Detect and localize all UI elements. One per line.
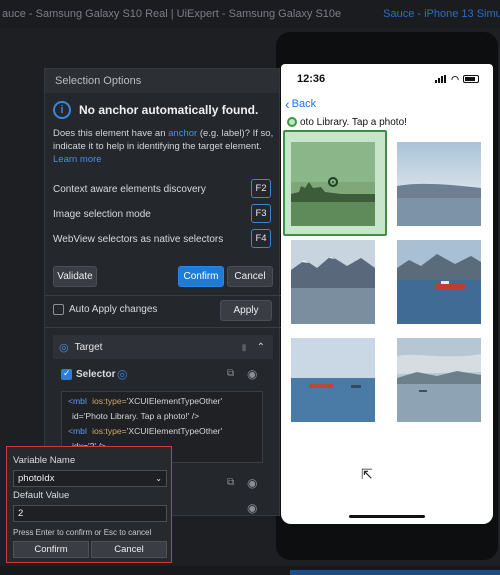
selector-target-icon[interactable]: ◎ [117, 367, 127, 381]
phone-screen: 12:36 ◠ ‹ Back oto Library. Tap a photo! [281, 64, 493, 524]
photo-thumbnail[interactable] [397, 142, 481, 226]
photo-library-label: oto Library. Tap a photo! [281, 114, 493, 130]
code-value: id='Photo Library. Tap a photo!' /> [72, 411, 200, 421]
auto-apply-checkbox[interactable] [53, 304, 64, 315]
mouse-cursor-icon: ⇱ [361, 466, 373, 482]
code-line: id='Photo Library. Tap a photo!' /> [68, 409, 256, 424]
panel-title: Selection Options [45, 69, 279, 93]
option-webview-selectors[interactable]: WebView selectors as native selectors [53, 234, 223, 245]
signal-icon [435, 75, 447, 83]
default-value: 2 [18, 508, 24, 519]
selector-checkbox[interactable] [61, 368, 72, 380]
home-indicator [349, 515, 425, 518]
confirm-button[interactable]: Confirm [178, 266, 224, 287]
eye-icon[interactable]: ◉ [247, 476, 257, 490]
crosshair-icon [328, 177, 338, 187]
popup-hint: Press Enter to confirm or Esc to cancel [13, 528, 152, 537]
warning-title: No anchor automatically found. [79, 103, 259, 117]
status-bar: 12:36 ◠ [281, 64, 493, 94]
tab-iphone-simulator[interactable]: Sauce - iPhone 13 Simulator [383, 8, 500, 20]
auto-apply-label: Auto Apply changes [69, 304, 158, 315]
learn-more-link[interactable]: Learn more [53, 154, 102, 165]
divider [45, 295, 281, 296]
status-icons: ◠ [435, 74, 479, 85]
trash-icon[interactable]: ▮ [242, 342, 247, 353]
f3-key-button[interactable]: F3 [251, 204, 271, 223]
chevron-left-icon: ‹ [285, 96, 290, 112]
default-value-label: Default Value [13, 490, 70, 501]
code-value: 'XCUIElementTypeOther' [126, 396, 223, 406]
warning-text-part: Does this element have an [53, 128, 169, 139]
target-label: Target [74, 341, 103, 353]
tab-samsung[interactable]: auce - Samsung Galaxy S10 Real | UiExper… [0, 8, 341, 20]
variable-name-value: photoIdx [18, 473, 55, 484]
target-icon: ◎ [59, 341, 69, 354]
code-attr: ios:type= [92, 396, 127, 406]
popup-cancel-button[interactable]: Cancel [91, 541, 167, 558]
target-section-header[interactable]: ◎ Target ▮ ⌃ [53, 335, 273, 359]
option-image-selection[interactable]: Image selection mode [53, 209, 151, 220]
selector-label: Selector [76, 369, 116, 380]
code-line: <mbl ios:type='XCUIElementTypeOther' [68, 394, 256, 409]
validate-button[interactable]: Validate [53, 266, 97, 287]
chevron-up-icon[interactable]: ⌃ [257, 342, 265, 353]
divider [45, 327, 281, 328]
screen: auce - Samsung Galaxy S10 Real | UiExper… [0, 0, 500, 575]
wifi-icon: ◠ [451, 73, 459, 84]
tab-bar: auce - Samsung Galaxy S10 Real | UiExper… [0, 0, 500, 28]
status-time: 12:36 [297, 73, 326, 85]
apply-button[interactable]: Apply [220, 300, 272, 321]
code-value: 'XCUIElementTypeOther' [126, 426, 223, 436]
info-icon: i [53, 101, 71, 119]
photo-thumbnail[interactable] [291, 338, 375, 422]
default-value-input[interactable]: 2 [13, 505, 167, 522]
anchor-link[interactable]: anchor [168, 128, 197, 139]
bottom-status-bar [290, 570, 500, 575]
back-label: Back [291, 98, 317, 110]
chevron-down-icon: ⌄ [155, 474, 162, 483]
cancel-button[interactable]: Cancel [227, 266, 273, 287]
code-tag: <mbl [68, 396, 87, 406]
warning-text: Does this element have an anchor (e.g. l… [53, 127, 279, 166]
variable-name-label: Variable Name [13, 455, 76, 466]
variable-name-select[interactable]: photoIdx ⌄ [13, 470, 167, 487]
copy-icon[interactable]: ⧉ [227, 477, 234, 488]
eye-icon[interactable]: ◉ [247, 501, 257, 515]
option-context-aware[interactable]: Context aware elements discovery [53, 184, 206, 195]
back-button[interactable]: ‹ Back [281, 94, 493, 114]
code-tag: <mbl [68, 426, 87, 436]
code-attr: ios:type= [92, 426, 127, 436]
eye-icon[interactable]: ◉ [247, 367, 257, 381]
variable-popup: Variable Name photoIdx ⌄ Default Value 2… [6, 446, 172, 563]
selection-target-icon [287, 117, 297, 127]
battery-icon [463, 75, 479, 83]
f4-key-button[interactable]: F4 [251, 229, 271, 248]
f2-key-button[interactable]: F2 [251, 179, 271, 198]
photo-thumbnail[interactable] [291, 240, 375, 324]
copy-icon[interactable]: ⧉ [227, 368, 234, 379]
photo-library-text: oto Library. Tap a photo! [300, 116, 407, 128]
code-line: <mbl ios:type='XCUIElementTypeOther' [68, 424, 256, 439]
popup-confirm-button[interactable]: Confirm [13, 541, 89, 558]
photo-thumbnail[interactable] [397, 240, 481, 324]
photo-thumbnail[interactable] [397, 338, 481, 422]
